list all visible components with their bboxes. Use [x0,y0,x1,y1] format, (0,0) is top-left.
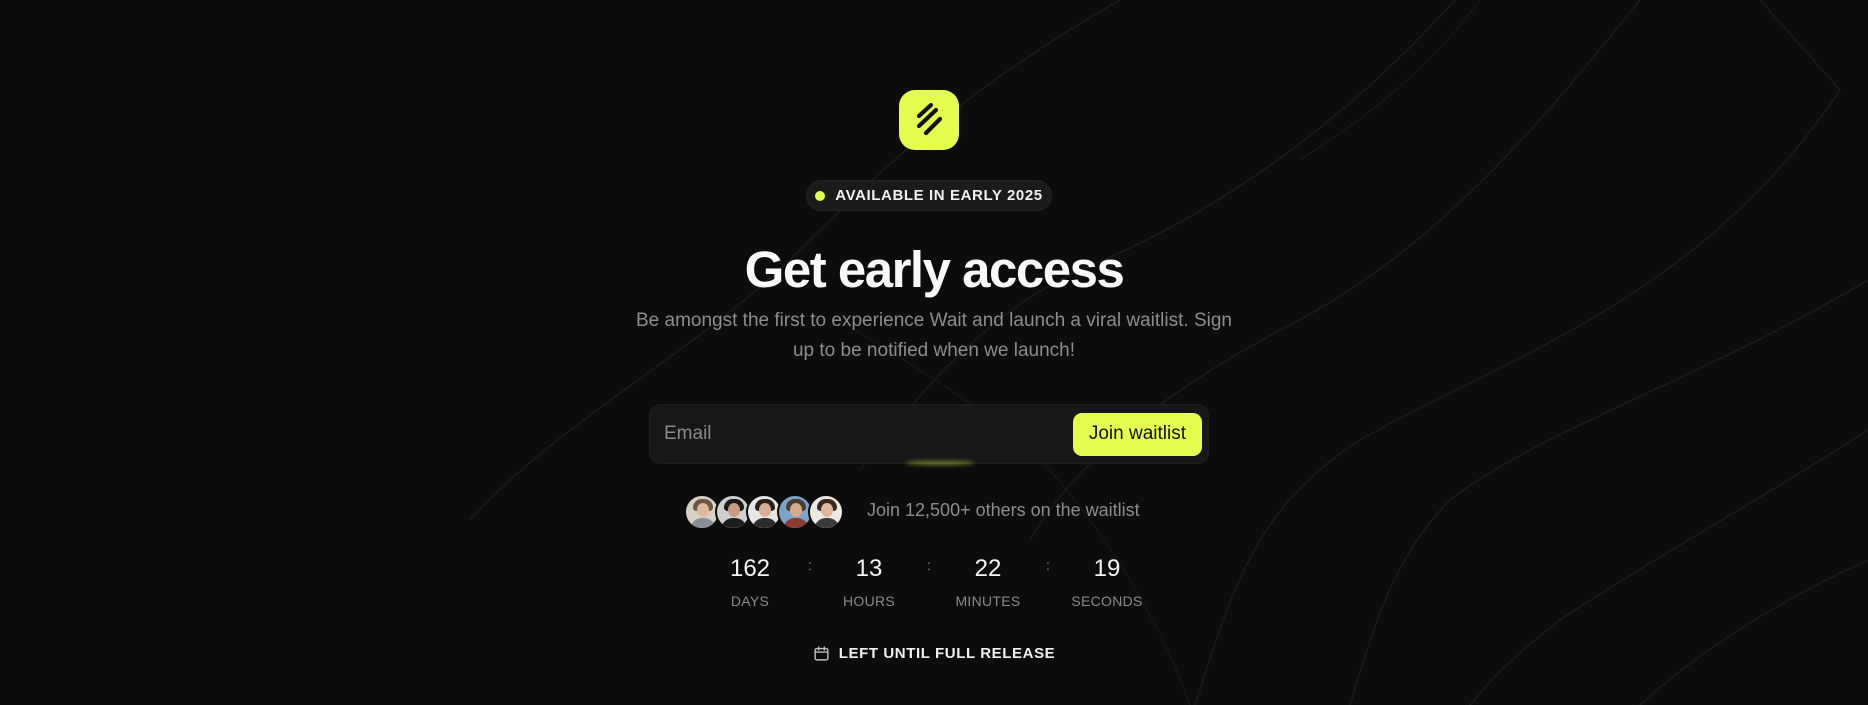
avatar-stack [684,494,844,530]
countdown-days: 162 DAYS [690,555,810,609]
calendar-icon [814,646,829,661]
countdown-label: SECONDS [1071,593,1143,609]
waitlist-form: Join waitlist [649,404,1209,464]
waitlist-page: AVAILABLE IN EARLY 2025 Get early access… [0,0,1868,705]
countdown-label: DAYS [730,593,770,609]
release-note: LEFT UNTIL FULL RELEASE [0,645,1868,662]
availability-badge: AVAILABLE IN EARLY 2025 [806,180,1052,211]
countdown-value: 162 [729,555,771,582]
countdown-seconds: 19 SECONDS [1047,555,1167,609]
page-title: Get early access [744,241,1125,298]
countdown-label: MINUTES [955,593,1021,609]
release-note-text: LEFT UNTIL FULL RELEASE [838,645,1056,662]
badge-text: AVAILABLE IN EARLY 2025 [835,187,1043,204]
page-subtitle: Be amongst the first to experience Wait … [636,310,1232,361]
waitlist-count-text: Join 12,500+ others on the waitlist [867,500,1140,520]
hero-section: AVAILABLE IN EARLY 2025 Get early access… [0,0,1868,705]
logo [899,90,959,150]
countdown-value: 19 [1093,555,1121,582]
input-glow [905,461,975,465]
countdown-minutes: 22 MINUTES [928,555,1048,609]
email-input[interactable] [664,423,1073,445]
countdown-hours: 13 HOURS [809,555,929,609]
countdown-label: HOURS [842,593,896,609]
status-dot-icon [815,190,826,201]
countdown-value: 13 [855,555,883,582]
wait-logo-icon [916,102,943,136]
countdown-value: 22 [974,555,1002,582]
join-waitlist-button[interactable]: Join waitlist [1072,412,1202,456]
avatar [808,494,844,530]
